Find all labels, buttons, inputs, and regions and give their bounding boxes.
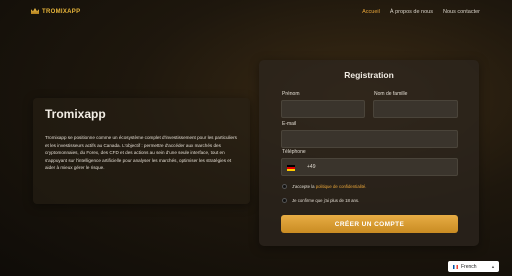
age-checkbox[interactable] [282,198,287,203]
language-label: French [461,263,477,270]
age-text: Je confirme que j'ai plus de 18 ans. [292,198,360,203]
phone-prefix: +49 [307,164,316,170]
intro-title: Tromixapp [45,107,106,121]
france-flag-icon [453,264,458,269]
phone-field[interactable]: +49 [281,158,458,176]
create-account-button[interactable]: CRÉER UN COMPTE [281,215,458,233]
terms-text: J'accepte la politique de confidentialit… [292,184,367,189]
email-field[interactable] [281,130,458,148]
chevron-up-icon: ▲ [491,264,495,269]
germany-flag-icon[interactable] [287,165,295,171]
language-selector[interactable]: French ▲ [448,261,499,272]
nav-item-contact[interactable]: Nous contacter [443,9,480,15]
privacy-policy-link[interactable]: politique de confidentialité. [316,184,367,189]
email-label: E-mail [282,121,297,127]
intro-card: Tromixapp Tromixapp se positionne comme … [33,98,250,204]
logo[interactable]: TROMIXAPP [30,8,80,16]
last-name-label: Nom de famille [374,91,408,97]
terms-row: J'accepte la politique de confidentialit… [282,184,366,189]
phone-label: Téléphone [282,149,306,155]
registration-form: Registration Prénom Nom de famille E-mai… [259,60,479,246]
first-name-label: Prénom [282,91,300,97]
nav-links: Accueil À propos de nous Nous contacter [362,9,480,15]
intro-body: Tromixapp se positionne comme un écosyst… [45,135,237,170]
nav-item-about[interactable]: À propos de nous [390,9,433,15]
first-name-field[interactable] [281,100,365,118]
terms-checkbox[interactable] [282,184,287,189]
logo-text: TROMIXAPP [42,9,81,15]
registration-title: Registration [344,70,394,80]
age-row: Je confirme que j'ai plus de 18 ans. [282,198,359,203]
crown-icon [30,8,40,16]
nav-item-accueil[interactable]: Accueil [362,9,380,15]
last-name-field[interactable] [373,100,458,118]
top-nav: TROMIXAPP Accueil À propos de nous Nous … [0,0,512,24]
